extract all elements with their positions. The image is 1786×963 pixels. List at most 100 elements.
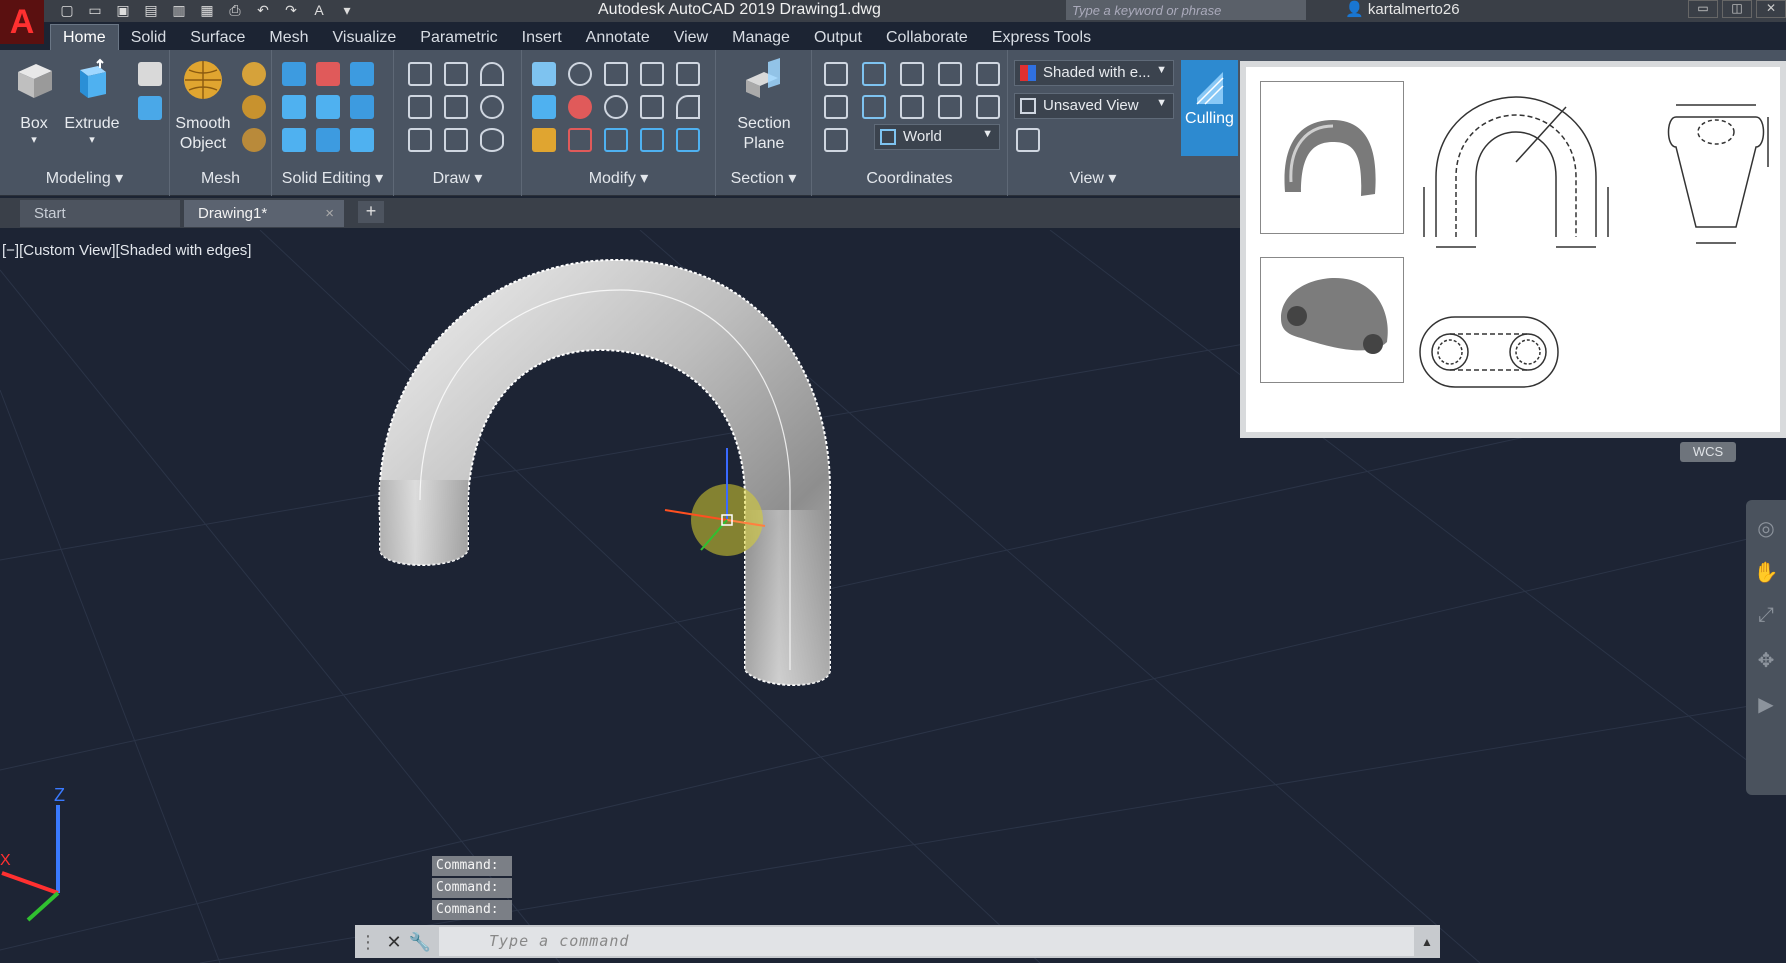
text-style-icon[interactable]: A [308,2,330,20]
command-close-icon[interactable]: ✕ [381,929,407,955]
tab-visualize[interactable]: Visualize [321,25,409,50]
tab-output[interactable]: Output [802,25,874,50]
arc-icon[interactable] [480,62,504,86]
panel-label-section[interactable]: Section ▾ [716,168,811,188]
close-icon[interactable]: ✕ [1756,0,1786,18]
section-plane-button[interactable]: Section Plane [728,58,800,154]
panel-label-modeling[interactable]: Modeling ▾ [0,168,169,188]
subtract-icon[interactable] [316,62,340,86]
ucs-previous-icon[interactable] [862,95,886,119]
tab-collaborate[interactable]: Collaborate [874,25,980,50]
tab-annotate[interactable]: Annotate [574,25,662,50]
panel-label-draw[interactable]: Draw ▾ [394,168,521,188]
ucs-world-icon[interactable] [862,62,886,86]
mesh-refine-icon[interactable] [242,128,266,152]
ucs-origin-icon[interactable] [824,95,848,119]
panel-label-solid-editing[interactable]: Solid Editing ▾ [272,168,393,188]
stretch-icon[interactable] [604,128,628,152]
ucs-z-icon[interactable] [938,95,962,119]
file-tab-start[interactable]: Start [20,200,180,227]
extrude-button[interactable]: Extrude ▾ [58,58,126,146]
orbit-icon[interactable]: ✥ [1752,648,1780,676]
rectangle-icon[interactable] [444,128,468,152]
undo-icon[interactable]: ↶ [252,2,274,20]
union-icon[interactable] [282,62,306,86]
polygon-icon[interactable] [408,128,432,152]
zoom-extents-icon[interactable]: ⤢ [1752,604,1780,632]
command-input[interactable]: Type a command [439,927,1414,956]
restore-icon[interactable]: ◫ [1722,0,1752,18]
command-customize-icon[interactable]: 🔧 [407,929,433,955]
tab-insert[interactable]: Insert [510,25,574,50]
fillet-icon[interactable] [676,95,700,119]
ucs-icon[interactable] [824,62,848,86]
interfere-icon[interactable] [350,95,374,119]
mirror-icon[interactable] [532,62,556,86]
polyline-icon[interactable] [408,62,432,86]
visual-style-dropdown[interactable]: Shaded with e... ▼ [1014,60,1174,86]
mesh-smooth-less-icon[interactable] [242,95,266,119]
panel-label-coordinates[interactable]: Coordinates [812,170,1007,188]
open-icon[interactable]: ▭ [84,2,106,20]
save-web-icon[interactable]: ▦ [196,2,218,20]
rectangular-array-icon[interactable] [676,128,700,152]
erase-icon[interactable] [532,128,556,152]
save-icon[interactable]: ▣ [112,2,134,20]
tab-surface[interactable]: Surface [178,25,257,50]
line-icon[interactable] [444,95,468,119]
panel-label-mesh[interactable]: Mesh [170,170,271,188]
culling-button[interactable]: Culling [1181,60,1238,156]
panel-label-view[interactable]: View ▾ [1008,168,1178,188]
mesh-smooth-more-icon[interactable] [242,62,266,86]
user-account[interactable]: 👤 kartalmerto26 [1345,0,1460,18]
array-3d-icon[interactable] [532,95,556,119]
tab-view[interactable]: View [662,25,720,50]
plot-icon[interactable]: ⎙ [224,2,246,20]
move-icon[interactable] [604,62,628,86]
tab-manage[interactable]: Manage [720,25,802,50]
showmotion-icon[interactable]: ▶ [1752,692,1780,720]
close-tab-icon[interactable]: × [325,205,334,222]
redo-icon[interactable]: ↷ [280,2,302,20]
helix-icon[interactable] [444,62,468,86]
rotate-icon[interactable] [604,95,628,119]
offset-icon[interactable] [640,128,664,152]
panel-label-modify[interactable]: Modify ▾ [522,168,715,188]
spline-icon[interactable] [408,95,432,119]
tab-home[interactable]: Home [50,24,119,50]
rotate-3d-icon[interactable] [568,95,592,119]
viewport-controls-label[interactable]: [−][Custom View][Shaded with edges] [2,242,251,259]
scale-icon[interactable] [640,95,664,119]
presspull-icon[interactable] [138,62,162,86]
ellipse-icon[interactable] [480,128,504,152]
tab-solid[interactable]: Solid [119,25,179,50]
application-menu-button[interactable]: A [0,0,44,44]
ucs-y-icon[interactable] [900,95,924,119]
smooth-object-button[interactable]: Smooth Object [170,58,236,154]
copy-icon[interactable] [640,62,664,86]
align-icon[interactable] [568,62,592,86]
viewport-config-button[interactable] [1016,128,1040,152]
polysolid-icon[interactable] [138,96,162,120]
warning-icon[interactable] [568,128,592,152]
open-web-icon[interactable]: ▥ [168,2,190,20]
thicken-icon[interactable] [316,95,340,119]
circle-icon[interactable] [480,95,504,119]
tab-mesh[interactable]: Mesh [257,25,320,50]
new-icon[interactable]: ▢ [56,2,78,20]
shell-icon[interactable] [316,128,340,152]
trim-icon[interactable] [676,62,700,86]
steering-wheel-icon[interactable]: ◎ [1752,516,1780,544]
command-history-toggle-icon[interactable]: ▲ [1414,929,1440,955]
file-tab-drawing1[interactable]: Drawing1* × [184,200,344,227]
minimize-icon[interactable]: ▭ [1688,0,1718,18]
separate-icon[interactable] [350,128,374,152]
search-input[interactable]: Type a keyword or phrase [1066,0,1306,20]
ucs-3point-icon[interactable] [976,95,1000,119]
tab-parametric[interactable]: Parametric [408,25,509,50]
new-tab-button[interactable]: + [358,201,384,223]
intersect-icon[interactable] [350,62,374,86]
save-as-icon[interactable]: ▤ [140,2,162,20]
wcs-label[interactable]: WCS [1680,442,1736,462]
tab-express-tools[interactable]: Express Tools [980,25,1103,50]
